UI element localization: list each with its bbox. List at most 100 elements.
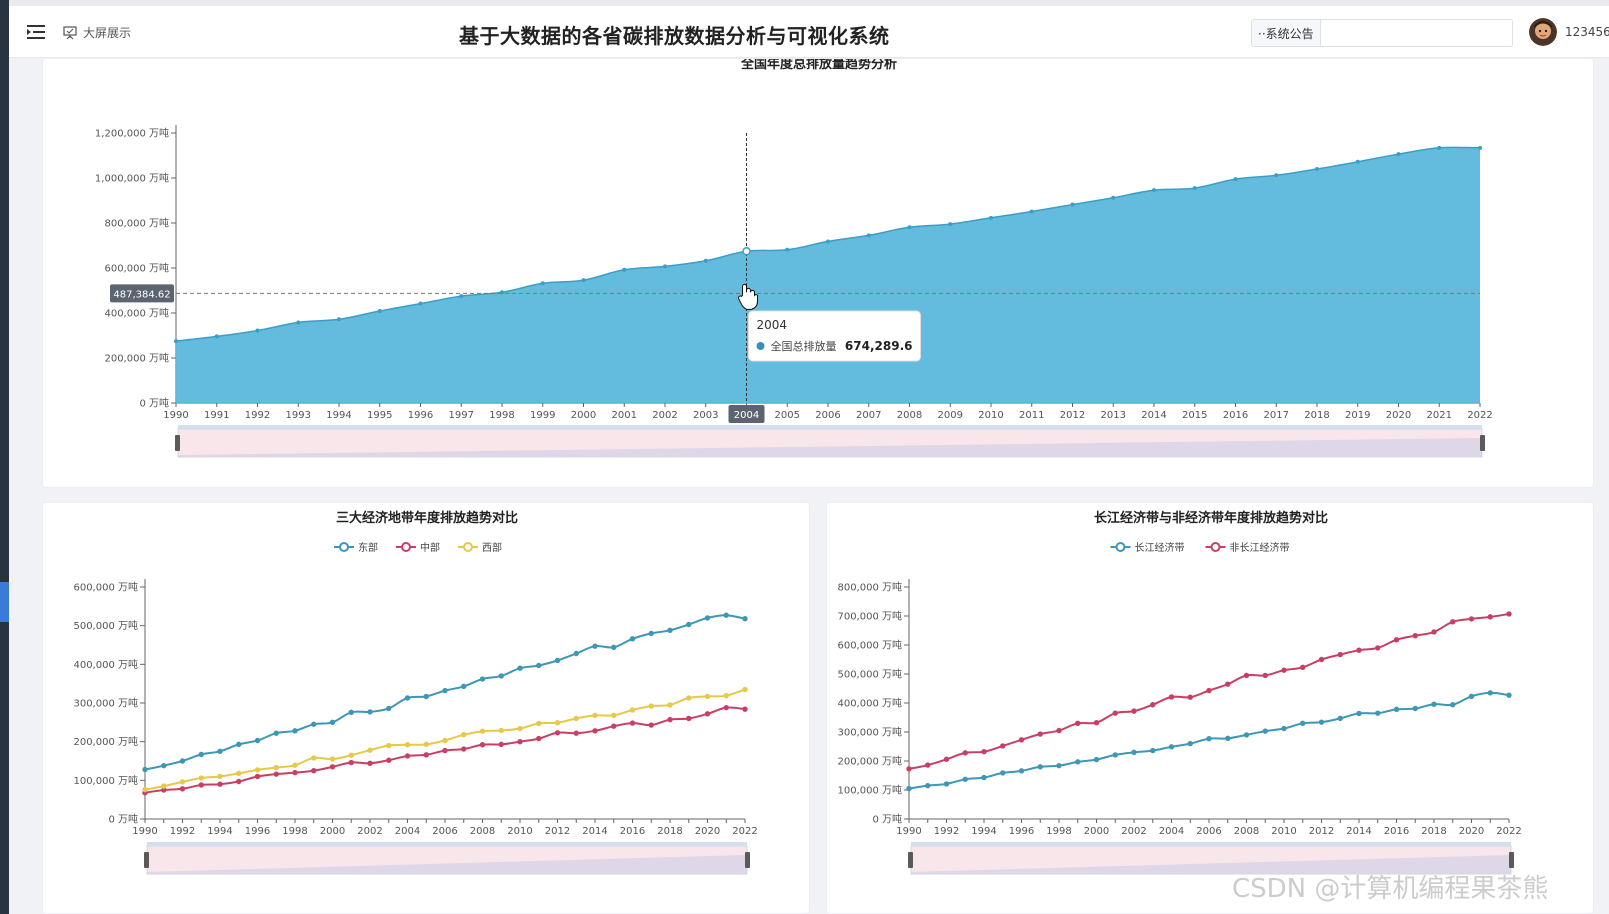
data-point bbox=[1337, 715, 1343, 722]
data-point bbox=[1037, 731, 1043, 737]
data-point bbox=[629, 707, 636, 713]
data-point bbox=[573, 650, 579, 657]
x-tick-label: 1990 bbox=[163, 410, 188, 421]
data-point bbox=[1070, 202, 1075, 207]
data-point bbox=[1412, 633, 1418, 639]
crosshair-y-label: 487,384.62 bbox=[113, 289, 170, 300]
x-tick-label: 2016 bbox=[620, 826, 645, 837]
data-point bbox=[292, 728, 298, 734]
legend-marker bbox=[463, 542, 473, 552]
menu-fold-icon[interactable] bbox=[27, 24, 45, 40]
x-tick-label: 2018 bbox=[1421, 826, 1446, 837]
data-point bbox=[214, 334, 219, 339]
data-point bbox=[1468, 616, 1475, 622]
data-point bbox=[236, 770, 242, 777]
x-tick-label: 2005 bbox=[775, 410, 800, 421]
legend-marker bbox=[1115, 542, 1126, 552]
x-tick-label: 2004 bbox=[1159, 826, 1184, 837]
data-point bbox=[348, 752, 354, 758]
x-tick-label: 1996 bbox=[1009, 826, 1034, 837]
data-point bbox=[667, 716, 673, 723]
x-tick-label: 1994 bbox=[207, 826, 232, 837]
x-tick-label: 2006 bbox=[432, 826, 457, 837]
data-point bbox=[1300, 664, 1306, 671]
data-point bbox=[742, 686, 748, 693]
data-point bbox=[273, 771, 279, 777]
economic-zone-card: 三大经济地带年度排放趋势对比 0 万吨 100,000 万吨 200,000 万吨 30… bbox=[42, 502, 810, 914]
x-tick-label: 2021 bbox=[1427, 410, 1452, 421]
data-point bbox=[925, 782, 931, 789]
data-point bbox=[329, 756, 336, 762]
data-point bbox=[1192, 186, 1197, 191]
data-point bbox=[536, 735, 542, 742]
x-tick-label: 1992 bbox=[170, 826, 195, 837]
y-tick-label: 1,200,000 万吨 bbox=[95, 127, 169, 140]
data-point bbox=[686, 621, 692, 628]
data-point bbox=[517, 725, 523, 732]
data-point bbox=[704, 693, 711, 700]
data-point bbox=[442, 687, 448, 694]
data-point bbox=[311, 755, 317, 761]
data-point bbox=[1029, 209, 1034, 214]
data-point bbox=[1112, 710, 1118, 716]
legend-label: 西部 bbox=[482, 541, 502, 554]
top-navbar: 大屏展示 基于大数据的各省碳排放数据分析与可视化系统 ··系统公告 123456… bbox=[9, 6, 1609, 58]
data-point bbox=[292, 762, 298, 768]
data-point bbox=[1150, 702, 1156, 708]
data-point bbox=[554, 657, 561, 664]
x-tick-label: 2022 bbox=[1496, 826, 1521, 837]
data-point bbox=[179, 758, 186, 764]
yangtze-chart: 长江经济带与非经济带年度排放趋势对比 0 万吨 100,000 万吨 200,000 … bbox=[837, 510, 1522, 875]
data-point bbox=[723, 612, 729, 618]
notice-input[interactable] bbox=[1320, 20, 1512, 46]
data-point bbox=[1187, 740, 1193, 747]
y-tick-label: 0 万吨 bbox=[872, 813, 902, 826]
data-point bbox=[648, 630, 654, 637]
big-screen-link[interactable]: 大屏展示 bbox=[63, 24, 131, 41]
data-point bbox=[1281, 667, 1287, 673]
x-tick-label: 2020 bbox=[695, 826, 720, 837]
data-point bbox=[1281, 725, 1287, 732]
legend-label: 中部 bbox=[420, 541, 440, 554]
x-tick-label: 2010 bbox=[978, 410, 1003, 421]
y-tick-label: 600,000 万吨 bbox=[837, 639, 902, 652]
data-point bbox=[1356, 647, 1362, 653]
user-avatar[interactable] bbox=[1529, 18, 1557, 46]
data-point bbox=[989, 215, 993, 220]
username-dropdown[interactable]: 123456 ⌵ bbox=[1565, 25, 1609, 40]
data-point bbox=[1168, 694, 1175, 700]
data-point bbox=[179, 779, 186, 785]
x-tick-label: 1998 bbox=[489, 410, 514, 421]
national-trend-card: 全国年度总排放量趋势分析 0 万吨 200,000 万吨 400,000 万吨 600,… bbox=[42, 58, 1594, 488]
data-point bbox=[161, 762, 167, 769]
x-tick-label: 2002 bbox=[357, 826, 382, 837]
data-point bbox=[198, 782, 204, 788]
data-point bbox=[629, 636, 636, 642]
data-point bbox=[1168, 744, 1175, 750]
x-tick-label: 2018 bbox=[657, 826, 682, 837]
y-tick-label: 100,000 万吨 bbox=[837, 784, 902, 797]
data-point bbox=[442, 737, 448, 744]
data-point bbox=[1393, 706, 1400, 713]
data-point bbox=[1431, 701, 1437, 707]
y-tick-label: 600,000 万吨 bbox=[104, 262, 169, 275]
datazoom-bar bbox=[178, 425, 1482, 429]
y-tick-label: 100,000 万吨 bbox=[73, 774, 138, 787]
y-tick-label: 0 万吨 bbox=[108, 813, 138, 826]
chart-title: 三大经济地带年度排放趋势对比 bbox=[336, 510, 518, 526]
data-point bbox=[536, 662, 542, 669]
data-point bbox=[198, 751, 204, 758]
data-point bbox=[142, 766, 148, 773]
data-point bbox=[423, 752, 429, 758]
data-point bbox=[423, 693, 429, 700]
notice-button[interactable]: ··系统公告 bbox=[1252, 20, 1321, 46]
data-point bbox=[377, 308, 382, 313]
data-point bbox=[925, 762, 931, 768]
data-point bbox=[1243, 732, 1250, 738]
x-tick-label: 2020 bbox=[1459, 826, 1484, 837]
data-point bbox=[1233, 177, 1238, 182]
data-point bbox=[962, 750, 968, 756]
data-point bbox=[217, 781, 223, 787]
presentation-icon bbox=[63, 25, 77, 39]
data-point bbox=[1056, 727, 1062, 734]
